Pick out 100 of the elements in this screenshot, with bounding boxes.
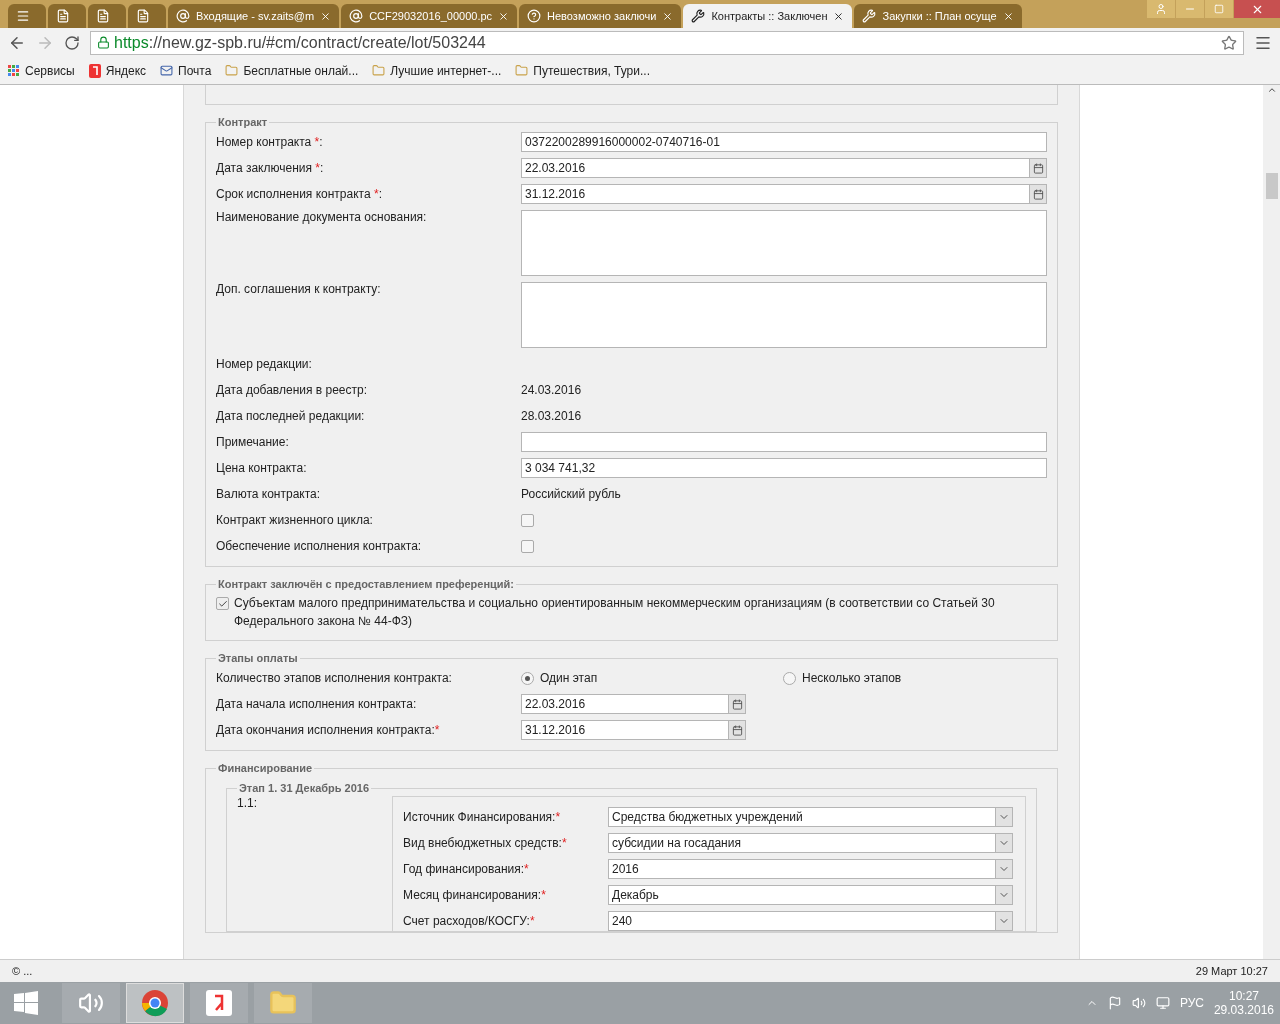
browser-tab[interactable]: CCF29032016_00000.pc [341, 4, 518, 28]
bookmark[interactable]: Яндекс [88, 63, 147, 78]
bookmark[interactable]: Почта [160, 63, 212, 78]
bookmark[interactable]: Бесплатные онлай... [225, 63, 359, 78]
checkbox[interactable] [216, 597, 229, 610]
user-icon [1155, 3, 1167, 15]
section-title: Контракт [217, 116, 269, 128]
field-label: Вид внебюджетных средств:* [403, 836, 568, 850]
checkbox[interactable] [521, 539, 534, 553]
browser-tab[interactable] [8, 4, 46, 28]
flag-icon[interactable] [1107, 996, 1122, 1010]
section-title: Этап 1. 31 Декабрь 2016 [238, 782, 371, 794]
check-icon [217, 598, 228, 609]
field-label: Примечание: [216, 435, 290, 449]
mail-icon [160, 64, 174, 77]
field-value: Российский рубль [521, 487, 622, 501]
field-label: Доп. соглашения к контракту: [216, 282, 382, 296]
field-label: Дата последней редакции: [216, 409, 366, 423]
browser-tab[interactable] [48, 4, 86, 28]
address-bar[interactable]: https://new.gz-spb.ru/#cm/contract/create/lot/503244 [90, 30, 1244, 55]
taskbar-app[interactable] [126, 983, 184, 1023]
select-field[interactable]: 2016 [608, 859, 1013, 879]
calendar-button[interactable] [728, 721, 745, 739]
scroll-up-icon[interactable] [1266, 85, 1277, 95]
scrollbar[interactable] [1263, 85, 1280, 959]
taskbar-app[interactable] [62, 983, 120, 1023]
user-button[interactable] [1147, 0, 1175, 18]
field-label: Номер контракта *: [216, 135, 324, 149]
field-label: Срок исполнения контракта *: [216, 187, 383, 201]
at-sign-icon [349, 9, 364, 23]
speaker-icon[interactable] [1131, 996, 1146, 1010]
select-field[interactable]: 240 [608, 911, 1013, 931]
bookmark[interactable]: Лучшие интернет-... [372, 63, 502, 78]
status-text: © ... [12, 965, 33, 977]
field-label: Месяц финансирования:* [403, 888, 547, 902]
folder-icon [515, 64, 529, 77]
taskbar-app[interactable] [190, 983, 248, 1023]
field-label: Год финансирования:* [403, 862, 530, 876]
select-field[interactable]: субсидии на госадания [608, 833, 1013, 853]
scrollbar-thumb[interactable] [1265, 173, 1278, 199]
field-label: Дата окончания исполнения контракта:* [216, 723, 441, 737]
speaker-icon [78, 990, 104, 1016]
calendar-button[interactable] [1029, 185, 1046, 203]
maximize-icon [1214, 4, 1224, 14]
bookmark[interactable]: Путешествия, Тури... [515, 63, 650, 78]
wrench-icon [862, 9, 877, 23]
letter-mark-icon [206, 990, 232, 1016]
document-icon [96, 9, 110, 23]
field-value: 28.03.2016 [521, 409, 583, 423]
date-field[interactable]: 22.03.2016 [521, 694, 746, 714]
browser-tab[interactable]: Закупки :: План осуще [854, 4, 1022, 28]
field-label: Номер редакции: [216, 357, 313, 371]
radio-button[interactable] [783, 671, 796, 685]
text-area[interactable] [521, 210, 1047, 276]
browser-tab[interactable]: Входящие - sv.zaits@m [168, 4, 340, 28]
select-field[interactable]: Декабрь [608, 885, 1013, 905]
close-icon[interactable] [833, 10, 845, 22]
text-area[interactable] [521, 282, 1047, 348]
calendar-button[interactable] [1029, 159, 1046, 177]
document-icon [56, 9, 70, 23]
item-number: 1.1: [237, 796, 258, 812]
status-date: 29 Март 10:27 [1195, 965, 1268, 977]
text-field[interactable] [521, 432, 1047, 452]
field-value: 24.03.2016 [521, 383, 583, 397]
folder-icon [225, 64, 239, 77]
select-field[interactable]: Средства бюджетных учреждений [608, 807, 1013, 827]
wrench-icon [691, 9, 706, 23]
text-field[interactable]: 3 034 741,32 [521, 458, 1047, 478]
windows-logo-icon[interactable] [14, 991, 38, 1015]
radio-button[interactable] [521, 671, 534, 685]
bookmark[interactable]: Сервисы [8, 63, 75, 78]
field-label: Обеспечение исполнения контракта: [216, 539, 423, 553]
field-label: Дата начала исполнения контракта: [216, 697, 418, 711]
checkbox[interactable] [521, 513, 534, 527]
calendar-button[interactable] [728, 695, 745, 713]
help-icon [527, 9, 542, 23]
checkbox-label: Субъектам малого предпринимательства и социально ориентированным некоммерческим организациям (в соответствии со Статьей 30 Федерального закона № 44-ФЗ) [234, 595, 996, 630]
section-title: Этапы оплаты [217, 652, 299, 664]
browser-tab[interactable] [128, 4, 166, 28]
close-button[interactable] [1234, 0, 1280, 18]
radio-option[interactable]: Один этап [521, 671, 783, 685]
radio-option[interactable]: Несколько этапов [783, 671, 1047, 685]
field-label: Валюта контракта: [216, 487, 322, 501]
browser-icon [141, 989, 169, 1017]
field-label: Наименование документа основания: [216, 210, 428, 224]
text-field[interactable]: 0372200289916000002-0740716-01 [521, 132, 1047, 152]
date-field[interactable]: 22.03.2016 [521, 158, 1047, 178]
network-icon[interactable] [1155, 996, 1170, 1010]
date-field[interactable]: 31.12.2016 [521, 184, 1047, 204]
date-field[interactable]: 31.12.2016 [521, 720, 746, 740]
field-label: Дата заключения *: [216, 161, 325, 175]
browser-tab[interactable]: Невозможно заключи [519, 4, 682, 28]
field-label: Источник Финансирования:* [403, 810, 562, 824]
grid-icon [8, 64, 20, 77]
browser-tab[interactable]: Контракты :: Заключен [683, 4, 853, 28]
browser-tab[interactable] [88, 4, 126, 28]
folder-icon [372, 64, 386, 77]
section-title: Контракт заключён с предоставлением преференций: [217, 578, 515, 590]
app-icon [16, 9, 30, 23]
reload-icon[interactable] [64, 34, 80, 51]
